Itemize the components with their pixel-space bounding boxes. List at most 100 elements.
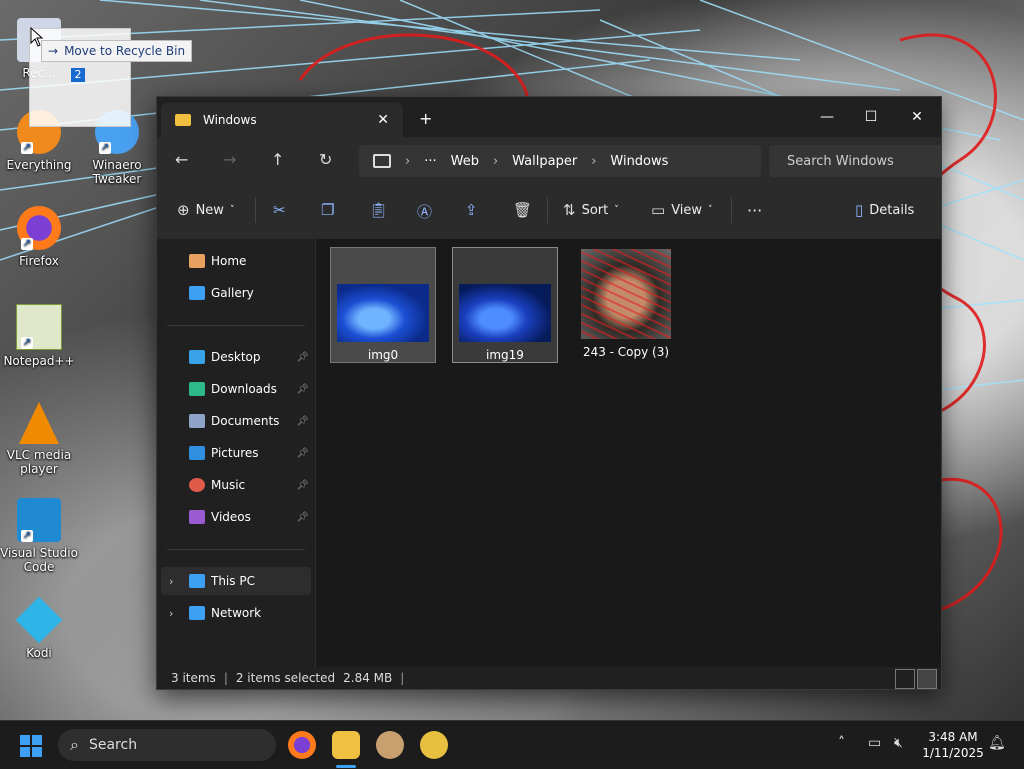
sort-icon: ⇅ <box>563 201 576 219</box>
nav-item-desktop[interactable]: Desktop 📌︎ <box>171 343 311 371</box>
paste-button[interactable]: 📋︎ <box>369 201 388 219</box>
pin-icon[interactable]: 📌︎ <box>296 480 309 491</box>
forward-button[interactable]: → <box>223 150 236 169</box>
delete-button[interactable]: 🗑︎ <box>513 201 532 219</box>
nav-item-label: This PC <box>211 574 255 588</box>
status-bar: 3 items | 2 items selected 2.84 MB | <box>157 667 941 689</box>
sort-label: Sort <box>581 202 609 218</box>
drag-tooltip: → Move to Recycle Bin <box>41 40 193 62</box>
rename-button[interactable]: Ⓐ <box>417 201 432 222</box>
chevron-up-icon[interactable]: ˄ <box>838 735 845 751</box>
windows-logo-icon <box>32 735 42 745</box>
toolbar-divider <box>255 197 256 223</box>
home-icon <box>189 254 205 268</box>
breadcrumb-windows[interactable]: Windows <box>610 154 668 169</box>
nav-item-gallery[interactable]: Gallery <box>171 279 311 307</box>
nav-item-music[interactable]: Music 📌︎ <box>171 471 311 499</box>
desktop-icon-vscode[interactable]: ↗ Visual Studio Code <box>0 498 78 574</box>
share-button[interactable]: ⇪ <box>465 201 478 219</box>
windows-logo-icon <box>32 747 42 757</box>
monitor-icon <box>373 154 391 168</box>
new-tab-button[interactable]: + <box>419 109 432 128</box>
maximize-button[interactable]: ☐ <box>851 103 891 131</box>
address-bar[interactable]: › ··· Web › Wallpaper › Windows <box>359 145 761 177</box>
app-taskbar-icon[interactable] <box>420 731 448 759</box>
notification-bell-icon[interactable]: 🔔︎ <box>988 735 1006 751</box>
drag-count-badge: 2 <box>71 68 85 82</box>
details-button[interactable]: ▯ Details <box>855 201 914 219</box>
nav-item-this-pc[interactable]: › This PC <box>161 567 311 595</box>
taskbar-search[interactable]: ⌕ Search <box>58 729 276 761</box>
cut-button[interactable]: ✂ <box>273 201 286 219</box>
breadcrumb-wallpaper[interactable]: Wallpaper <box>512 154 577 169</box>
pin-icon[interactable]: 📌︎ <box>296 448 309 459</box>
nav-item-home[interactable]: Home <box>171 247 311 275</box>
navigation-pane: Home Gallery Desktop 📌︎ Downloads 📌︎ Doc… <box>157 239 316 667</box>
refresh-button[interactable]: ↻ <box>319 150 332 169</box>
view-button[interactable]: ▭ View ˅ <box>651 201 713 219</box>
minimize-button[interactable]: — <box>807 103 847 131</box>
computer-icon <box>189 574 205 588</box>
see-more-button[interactable]: ··· <box>747 201 762 220</box>
shortcut-arrow-icon: ↗ <box>21 530 33 542</box>
firefox-taskbar-icon[interactable] <box>288 731 316 759</box>
sort-button[interactable]: ⇅ Sort ˅ <box>563 201 619 219</box>
desktop-icon-notepadpp[interactable]: ↗ Notepad++ <box>0 304 78 368</box>
chevron-right-icon[interactable]: › <box>169 575 173 588</box>
pin-icon[interactable]: 📌︎ <box>296 352 309 363</box>
windows-logo-icon <box>20 747 30 757</box>
new-button[interactable]: ⊕ New ˅ <box>177 201 234 219</box>
pin-icon[interactable]: 📌︎ <box>296 384 309 395</box>
breadcrumb-web[interactable]: Web <box>451 154 479 169</box>
back-button[interactable]: ← <box>175 150 188 169</box>
up-button[interactable]: ↑ <box>271 150 284 169</box>
nav-divider <box>167 549 305 550</box>
file-name: img19 <box>486 348 524 362</box>
volume-muted-icon[interactable]: 🔇︎ <box>894 735 903 751</box>
rename-icon: Ⓐ <box>417 203 433 221</box>
nav-item-label: Gallery <box>211 286 254 300</box>
mouse-cursor-icon <box>30 27 44 47</box>
chevron-right-icon[interactable]: › <box>169 607 173 620</box>
close-tab-icon[interactable]: ✕ <box>377 112 389 128</box>
breadcrumb-more[interactable]: ··· <box>424 154 436 169</box>
details-label: Details <box>869 202 915 218</box>
pin-icon[interactable]: 📌︎ <box>296 416 309 427</box>
file-item-img19[interactable]: img19 <box>452 247 558 363</box>
network-icon[interactable]: ▭ <box>868 735 881 751</box>
desktop-icon-label: Visual Studio Code <box>0 546 78 574</box>
large-icons-view-button[interactable] <box>917 669 937 689</box>
clipboard-icon: 📋︎ <box>369 201 389 219</box>
nav-item-network[interactable]: › Network <box>161 599 311 627</box>
tab-windows[interactable]: Windows ✕ <box>161 103 403 137</box>
file-item-img0[interactable]: img0 <box>330 247 436 363</box>
desktop-icon-label: Notepad++ <box>3 354 75 368</box>
desktop-icon-firefox[interactable]: ↗ Firefox <box>0 206 78 268</box>
paint-taskbar-icon[interactable] <box>376 731 404 759</box>
image-thumbnail <box>337 284 429 342</box>
file-explorer-taskbar-icon[interactable] <box>332 731 360 759</box>
view-icon: ▭ <box>651 201 666 219</box>
nav-item-downloads[interactable]: Downloads 📌︎ <box>171 375 311 403</box>
details-view-button[interactable] <box>895 669 915 689</box>
desktop-icon-kodi[interactable]: Kodi <box>0 596 78 660</box>
desktop-icon <box>189 350 205 364</box>
copy-button[interactable]: ❐ <box>321 201 334 219</box>
clock[interactable]: 3:48 AM 1/11/2025 <box>918 729 988 761</box>
desktop-icon-vlc[interactable]: VLC media player <box>0 402 78 476</box>
close-window-button[interactable]: ✕ <box>897 103 937 131</box>
start-button[interactable] <box>20 735 42 757</box>
nav-item-videos[interactable]: Videos 📌︎ <box>171 503 311 531</box>
file-item-243-copy-3[interactable]: 243 - Copy (3) <box>574 247 678 361</box>
item-count: 3 items <box>171 671 216 685</box>
nav-item-pictures[interactable]: Pictures 📌︎ <box>171 439 311 467</box>
clock-date: 1/11/2025 <box>922 746 984 760</box>
search-input[interactable] <box>785 152 939 170</box>
details-pane-icon: ▯ <box>855 201 864 219</box>
nav-item-label: Network <box>211 606 262 620</box>
new-label: New <box>195 202 224 218</box>
search-box[interactable] <box>769 145 941 177</box>
nav-item-documents[interactable]: Documents 📌︎ <box>171 407 311 435</box>
pin-icon[interactable]: 📌︎ <box>296 512 309 523</box>
file-explorer-window: Windows ✕ + — ☐ ✕ ← → ↑ ↻ › ··· Web › Wa… <box>156 96 942 690</box>
